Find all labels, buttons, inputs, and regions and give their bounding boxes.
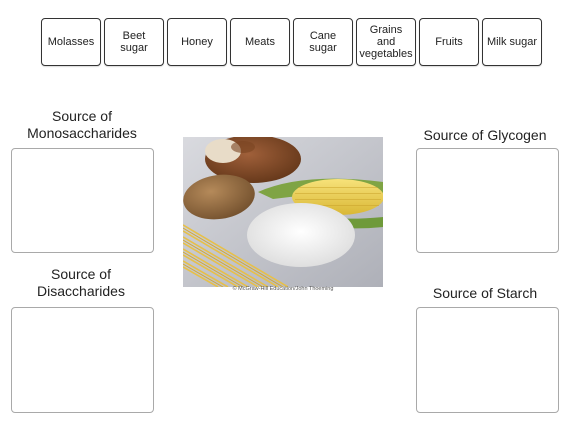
drop-zone-glycogen[interactable] [416,148,559,253]
chip-cane-sugar[interactable]: Cane sugar [293,18,353,66]
chip-beet-sugar[interactable]: Beet sugar [104,18,164,66]
chip-milk-sugar[interactable]: Milk sugar [482,18,542,66]
label-glycogen: Source of Glycogen [423,127,547,143]
answer-chip-bank: Molasses Beet sugar Honey Meats Cane sug… [41,18,542,66]
drop-zone-starch[interactable] [416,307,559,413]
chip-meats[interactable]: Meats [230,18,290,66]
drop-zone-disaccharides[interactable] [11,307,154,413]
photo-credit: © McGraw-Hill Education/John Thoeming [232,286,334,292]
label-monosaccharides: Source of Monosaccharides [27,108,137,141]
chip-molasses[interactable]: Molasses [41,18,101,66]
label-starch: Source of Starch [432,285,538,301]
chip-grains-and-vegetables[interactable]: Grains and vegetables [356,18,416,66]
chip-fruits[interactable]: Fruits [419,18,479,66]
drop-zone-monosaccharides[interactable] [11,148,154,253]
starch-foods-photo [183,137,383,287]
label-disaccharides: Source of Disaccharides [37,266,125,299]
chip-honey[interactable]: Honey [167,18,227,66]
